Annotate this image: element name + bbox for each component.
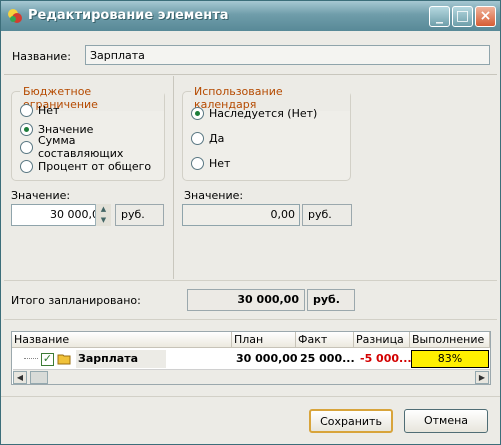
- panel-divider: [173, 76, 174, 279]
- spinner-down-icon[interactable]: ▼: [96, 215, 111, 226]
- name-label: Название:: [12, 50, 71, 63]
- horizontal-scrollbar[interactable]: ◀ ▶: [13, 369, 490, 384]
- save-button[interactable]: Сохранить: [309, 409, 393, 433]
- column-header-plan[interactable]: План: [232, 332, 296, 348]
- minimize-button[interactable]: _: [429, 6, 450, 27]
- scroll-right-icon[interactable]: ▶: [475, 371, 489, 384]
- column-header-difference[interactable]: Разница: [354, 332, 410, 348]
- budget-option-sum[interactable]: Сумма составляющих: [20, 134, 164, 160]
- window-title: Редактирование элемента: [28, 8, 229, 23]
- maximize-button[interactable]: □: [452, 6, 473, 27]
- cancel-button[interactable]: Отмена: [404, 409, 488, 433]
- radio-label: Процент от общего: [38, 159, 152, 173]
- budget-option-none[interactable]: Нет: [20, 102, 59, 118]
- tree-line: [24, 358, 38, 359]
- close-button[interactable]: ×: [475, 6, 496, 27]
- title-bar[interactable]: Редактирование элемента _ □ ×: [1, 1, 500, 31]
- column-header-fact[interactable]: Факт: [296, 332, 354, 348]
- total-unit: руб.: [307, 289, 355, 311]
- radio-button-selected[interactable]: [191, 106, 204, 120]
- total-label: Итого запланировано:: [11, 294, 141, 307]
- completion-indicator: 83%: [411, 350, 489, 368]
- radio-label: Наследуется (Нет): [209, 106, 318, 120]
- checkbox-checked-icon[interactable]: ✓: [41, 353, 54, 366]
- radio-button[interactable]: [20, 140, 33, 154]
- radio-button[interactable]: [20, 103, 33, 117]
- column-header-name[interactable]: Название: [12, 332, 232, 348]
- budget-unit: руб.: [115, 204, 164, 226]
- radio-button[interactable]: [20, 159, 33, 173]
- table-row[interactable]: ✓ Зарплата 30 000,00 25 000... -5 000...…: [12, 349, 490, 369]
- radio-label: Да: [209, 131, 225, 145]
- radio-label: Нет: [38, 103, 60, 117]
- spinner-up-icon[interactable]: ▲: [96, 204, 111, 215]
- bottom-separator: [1, 396, 500, 397]
- name-input[interactable]: Зарплата: [85, 45, 490, 65]
- radio-button[interactable]: [191, 131, 204, 145]
- dialog-window: Редактирование элемента _ □ × Название: …: [0, 0, 501, 445]
- row-fact: 25 000...: [300, 352, 355, 365]
- calendar-group: Использование календаря Наследуется (Нет…: [182, 85, 351, 181]
- row-name: Зарплата: [76, 350, 166, 368]
- column-header-completion[interactable]: Выполнение: [410, 332, 490, 348]
- budget-option-percent[interactable]: Процент от общего: [20, 158, 151, 174]
- calendar-value-label: Значение:: [184, 189, 244, 202]
- name-row: Название: Зарплата: [4, 35, 497, 75]
- calendar-unit: руб.: [302, 204, 352, 226]
- app-icon: [8, 9, 22, 23]
- folder-icon: [57, 354, 71, 365]
- budget-value-label: Значение:: [11, 189, 71, 202]
- row-difference: -5 000...: [360, 352, 412, 365]
- radio-button[interactable]: [191, 156, 204, 170]
- total-row: Итого запланировано: 30 000,00 руб.: [4, 280, 497, 320]
- budget-value-spinner[interactable]: ▲ ▼: [95, 204, 111, 226]
- plan-table: Название План Факт Разница Выполнение ✓ …: [11, 331, 491, 385]
- calendar-value-input: 0,00: [182, 204, 300, 226]
- scroll-left-icon[interactable]: ◀: [13, 371, 27, 384]
- radio-button-selected[interactable]: [20, 122, 33, 136]
- calendar-option-yes[interactable]: Да: [191, 130, 224, 146]
- table-header: Название План Факт Разница Выполнение: [12, 332, 490, 348]
- scroll-thumb[interactable]: [30, 371, 48, 384]
- radio-label: Нет: [209, 156, 231, 170]
- row-plan: 30 000,00: [236, 352, 298, 365]
- calendar-option-no[interactable]: Нет: [191, 155, 230, 171]
- budget-group: Бюджетное ограничение Нет Значение Сумма…: [11, 85, 165, 181]
- calendar-option-inherited[interactable]: Наследуется (Нет): [191, 105, 317, 121]
- total-value: 30 000,00: [187, 289, 305, 311]
- radio-label: Сумма составляющих: [37, 134, 124, 160]
